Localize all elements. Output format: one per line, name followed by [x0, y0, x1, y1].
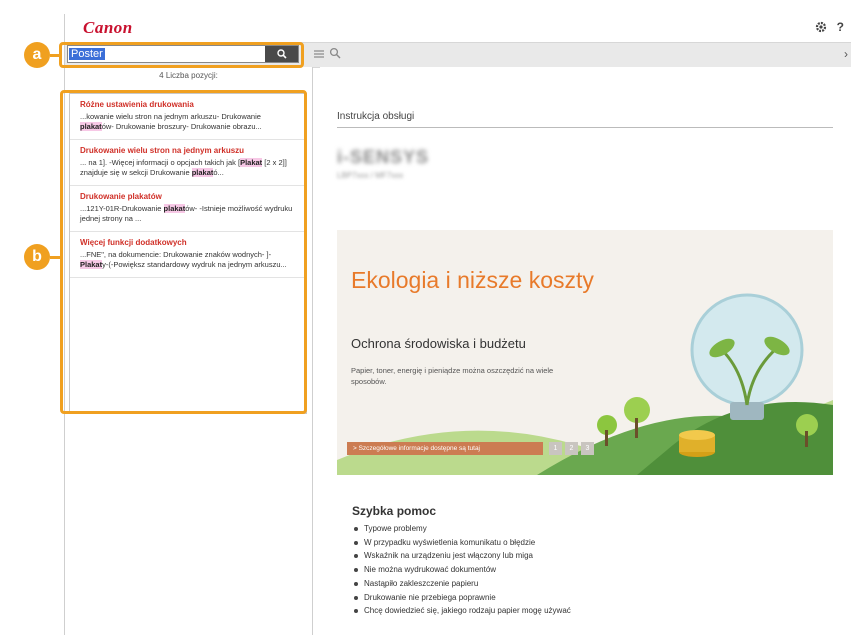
banner-page-2[interactable]: 2	[565, 442, 578, 455]
search-result-item[interactable]: Różne ustawienia drukowania ...kowanie wi…	[70, 94, 306, 140]
quick-help-link[interactable]: Nastąpiło zakleszczenie papieru	[352, 577, 571, 591]
search-term-highlight: Plakat	[80, 260, 103, 269]
search-term-highlight: plakat	[80, 122, 102, 131]
quick-help-link[interactable]: W przypadku wyświetlenia komunikatu o bł…	[352, 536, 571, 550]
callout-b-line	[50, 256, 60, 259]
snippet-text: ...121Y-01R-Drukowanie	[80, 204, 164, 213]
search-term-highlight: plakat	[163, 204, 186, 213]
canon-logo: Canon	[83, 18, 133, 37]
search-result-item[interactable]: Drukowanie plakatów ...121Y-01R-Drukowani…	[70, 186, 306, 232]
model-subtitle: LBP7xxx / MF7xxx	[337, 171, 404, 180]
search-result-item[interactable]: Więcej funkcji dodatkowych ...FNE", na do…	[70, 232, 306, 278]
page-title: Instrukcja obsługi	[337, 111, 415, 122]
snippet-text: ów- Drukowanie broszury- Drukowanie obra…	[101, 122, 262, 131]
model-name: i-SENSYS	[337, 147, 430, 167]
quick-help-link[interactable]: Wskaźnik na urządzeniu jest włączony lub…	[352, 549, 571, 563]
callout-a-line	[50, 54, 60, 57]
chevron-right-icon[interactable]: ›	[844, 47, 848, 61]
main-content: Instrukcja obsługi i-SENSYS LBP7xxx / MF…	[320, 67, 851, 635]
search-box: Poster	[67, 45, 299, 63]
results-count: 4 Liczba pozycji:	[159, 71, 218, 80]
help-viewer-window: Canon ? Poster Poster › 4 Liczba pozycji…	[64, 14, 851, 635]
search-result-snippet: ...FNE", na dokumencie: Drukowanie znakó…	[80, 250, 296, 270]
search-input-selected-text: Poster	[69, 48, 105, 60]
search-term-highlight: Plakat	[240, 158, 263, 167]
search-result-snippet: ...kowanie wielu stron na jednym arkuszu…	[80, 112, 296, 132]
search-tab-icon[interactable]	[329, 47, 341, 59]
search-button[interactable]	[265, 46, 298, 62]
quick-help-list: Typowe problemy W przypadku wyświetlenia…	[352, 522, 571, 618]
help-icon[interactable]: ?	[837, 20, 844, 34]
search-result-title[interactable]: Różne ustawienia drukowania	[80, 100, 296, 110]
quick-help-link[interactable]: Nie można wydrukować dokumentów	[352, 563, 571, 577]
top-bar: Canon ?	[65, 14, 851, 42]
banner-heading: Ekologia i niższe koszty	[351, 267, 594, 293]
snippet-text: ... na 1]. -Więcej informacji o opcjach …	[80, 158, 241, 167]
callout-b-badge: b	[24, 244, 50, 270]
snippet-text: y-(-Powiększ standardowy wydruk na jedny…	[102, 260, 287, 269]
search-result-title[interactable]: Drukowanie plakatów	[80, 192, 296, 202]
search-result-item[interactable]: Drukowanie wielu stron na jednym arkuszu…	[70, 140, 306, 186]
banner-subheading: Ochrona środowiska i budżetu	[351, 336, 526, 351]
search-result-snippet: ...121Y-01R-Drukowanie plakatów- -Istnie…	[80, 204, 296, 224]
quick-help-link[interactable]: Typowe problemy	[352, 522, 571, 536]
quick-help-link[interactable]: Chcę dowiedzieć się, jakiego rodzaju pap…	[352, 604, 571, 618]
search-results-panel: 4 Liczba pozycji: Różne ustawienia druko…	[65, 67, 313, 635]
search-result-snippet: ... na 1]. -Więcej informacji o opcjach …	[80, 158, 296, 178]
search-icon	[276, 49, 287, 59]
callout-a-badge: a	[24, 42, 50, 68]
snippet-text: ó...	[213, 168, 224, 177]
banner-page-3[interactable]: 3	[581, 442, 594, 455]
toolbar: Poster ›	[65, 42, 851, 68]
quick-help-title: Szybka pomoc	[352, 504, 437, 518]
table-of-contents-icon[interactable]	[313, 48, 325, 60]
title-divider	[337, 127, 833, 128]
banner-description: Papier, toner, energię i pieniądze można…	[351, 366, 554, 386]
gear-icon[interactable]	[815, 21, 827, 33]
banner-page-1[interactable]: 1	[549, 442, 562, 455]
search-result-title[interactable]: Drukowanie wielu stron na jednym arkuszu	[80, 146, 296, 156]
banner-pager: 1 2 3	[549, 442, 594, 455]
snippet-text: ...FNE", na dokumencie: Drukowanie znakó…	[80, 250, 272, 259]
promo-banner[interactable]: Ekologia i niższe koszty Ochrona środowi…	[337, 230, 833, 475]
results-list: Różne ustawienia drukowania ...kowanie wi…	[69, 93, 307, 414]
quick-help-link[interactable]: Drukowanie nie przebiega poprawnie	[352, 591, 571, 605]
banner-details-button[interactable]: > Szczegółowe informacje dostępne są tut…	[347, 442, 543, 455]
search-result-title[interactable]: Więcej funkcji dodatkowych	[80, 238, 296, 248]
snippet-text: ...kowanie wielu stron na jednym arkuszu…	[80, 112, 261, 121]
search-term-highlight: plakat	[191, 168, 214, 177]
